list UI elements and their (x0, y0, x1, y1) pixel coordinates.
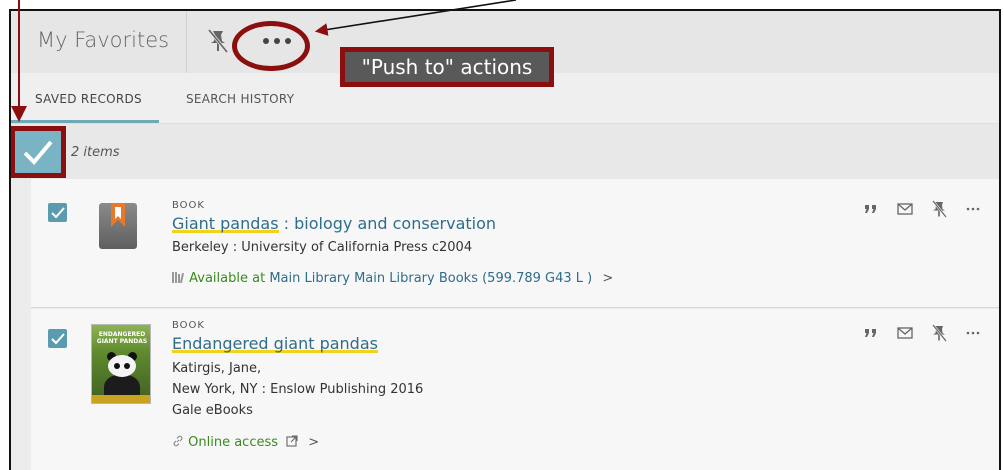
push-to-actions-callout: "Push to" actions (340, 47, 554, 87)
favorites-panel: My Favorites "Push to" actions SAVED REC… (9, 9, 1001, 470)
unpin-icon (932, 324, 947, 342)
online-access-link[interactable]: Online access (188, 435, 278, 450)
tab-saved-records[interactable]: SAVED RECORDS (35, 92, 142, 106)
tab-search-history[interactable]: SEARCH HISTORY (186, 92, 294, 106)
checkmark-icon (23, 140, 53, 165)
record-actions (861, 199, 999, 219)
unpin-icon (207, 29, 229, 53)
record-publisher: Berkeley : University of California Pres… (172, 240, 473, 255)
items-count: 2 items (71, 145, 120, 160)
email-button[interactable] (895, 199, 915, 219)
list-item: BOOK Giant pandas : biology and conserva… (31, 179, 999, 308)
chevron-right-icon[interactable]: > (308, 435, 319, 450)
checkmark-icon (50, 332, 65, 344)
panda-head (108, 355, 136, 377)
more-options-icon (966, 207, 980, 211)
record-title-text: Endangered giant pandas (172, 334, 378, 353)
email-icon (897, 203, 913, 215)
record-title[interactable]: Endangered giant pandas (172, 334, 378, 353)
more-options-icon (966, 331, 980, 335)
unpin-button[interactable] (205, 27, 231, 55)
citation-button[interactable] (861, 199, 881, 219)
record-title-rest: : biology and conservation (278, 214, 497, 233)
saved-records-list: BOOK Giant pandas : biology and conserva… (31, 179, 999, 470)
link-icon (173, 435, 183, 447)
record-source: Gale eBooks (172, 403, 253, 418)
citation-button[interactable] (861, 323, 881, 343)
results-toolbar: 2 items (11, 124, 999, 179)
record-more-button[interactable] (963, 323, 983, 343)
library-books-icon (172, 272, 185, 284)
record-publisher: New York, NY : Enslow Publishing 2016 (172, 382, 424, 397)
annotation-circle (232, 21, 310, 71)
chevron-right-icon[interactable]: > (602, 271, 613, 286)
record-type: BOOK (172, 320, 205, 331)
record-actions (861, 323, 999, 343)
unpin-icon (932, 200, 947, 218)
availability-location[interactable]: Main Library Main Library Books (599.789… (269, 271, 592, 286)
online-access-line[interactable]: Online access > (172, 435, 319, 450)
quote-icon (865, 329, 876, 337)
select-all-checkbox[interactable] (11, 126, 66, 178)
panda-eye (114, 363, 120, 369)
unpin-record-button[interactable] (929, 323, 949, 343)
availability-status: Available at (189, 271, 266, 286)
cover-footer (92, 395, 150, 403)
cover-title: ENDANGERED GIANT PANDAS (96, 331, 148, 345)
record-type: BOOK (172, 200, 205, 211)
panda-eye (124, 363, 130, 369)
checkmark-icon (50, 206, 65, 218)
record-more-button[interactable] (963, 199, 983, 219)
unpin-record-button[interactable] (929, 199, 949, 219)
list-item: ENDANGERED GIANT PANDAS BOOK Endangered … (31, 309, 999, 470)
email-icon (897, 327, 913, 339)
email-button[interactable] (895, 323, 915, 343)
book-generic-icon (99, 203, 137, 249)
header-divider (186, 11, 187, 73)
external-link-icon[interactable] (286, 435, 298, 447)
record-checkbox[interactable] (48, 203, 67, 222)
record-title-highlight: Giant pandas (172, 214, 279, 233)
availability-line[interactable]: Available at Main Library Main Library B… (172, 271, 613, 286)
book-cover-image: ENDANGERED GIANT PANDAS (91, 324, 151, 404)
page-title: My Favorites (37, 28, 170, 52)
record-checkbox[interactable] (48, 329, 67, 348)
record-title[interactable]: Giant pandas : biology and conservation (172, 214, 496, 233)
active-tab-indicator (11, 120, 159, 123)
record-author: Katirgis, Jane, (172, 361, 262, 376)
quote-icon (865, 205, 876, 213)
